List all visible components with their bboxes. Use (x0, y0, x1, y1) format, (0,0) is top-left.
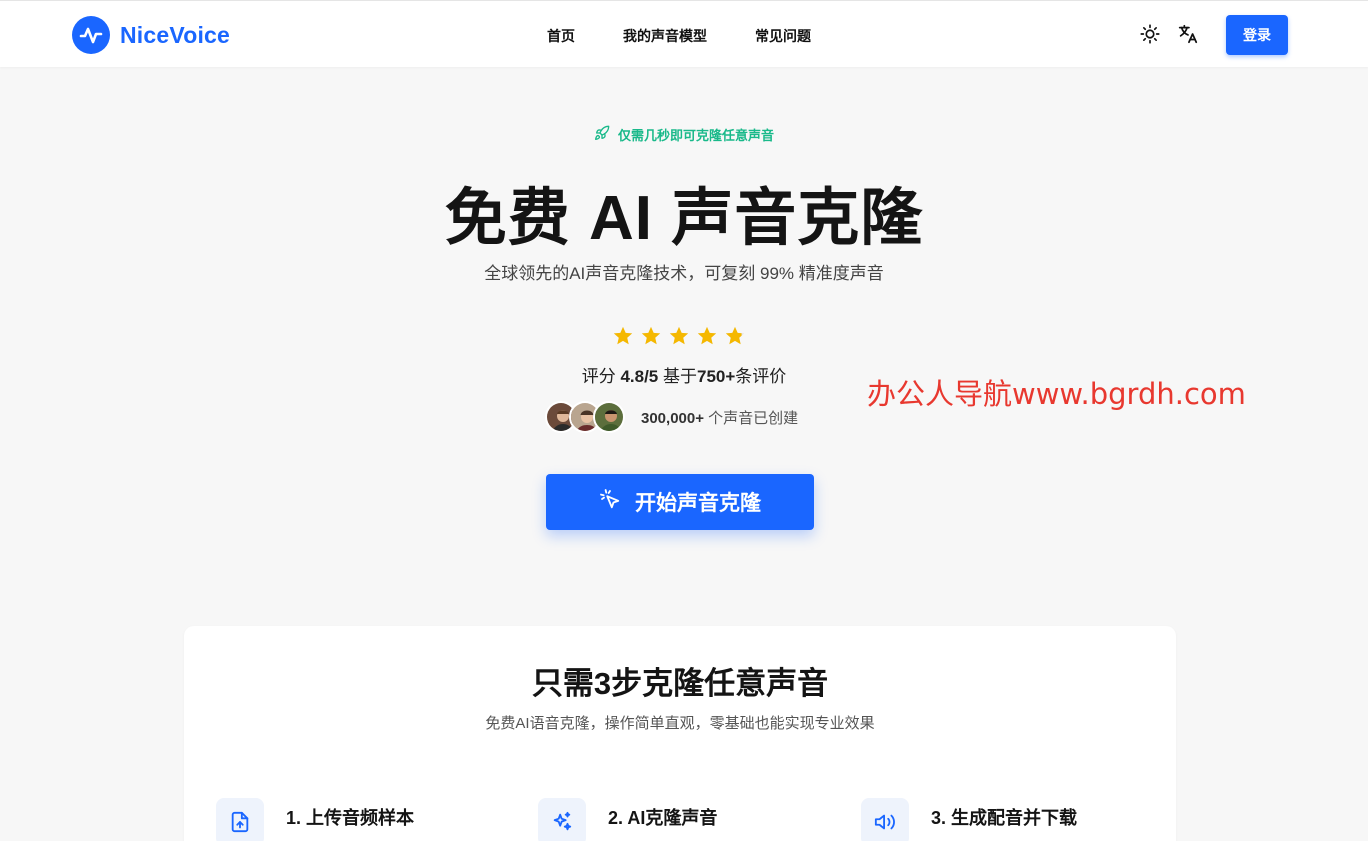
rating-suffix: 条评价 (735, 367, 787, 386)
hero-tagline: 仅需几秒即可克隆任意声音 (0, 125, 1368, 144)
main-nav: 首页 我的声音模型 常见问题 (547, 26, 811, 46)
tagline-text: 仅需几秒即可克隆任意声音 (617, 128, 774, 143)
star-icon (613, 326, 633, 345)
brand-logo[interactable]: NiceVoice (72, 16, 230, 54)
steps-subtitle: 免费AI语音克隆，操作简单直观，零基础也能实现专业效果 (485, 715, 875, 732)
translate-icon[interactable] (1177, 23, 1199, 45)
step-item: 3. 生成配音并下载 (861, 798, 1077, 841)
avatar (593, 401, 625, 433)
rating-mid: 基于 (658, 367, 697, 386)
social-proof: 300,000+ 个声音已创建 (545, 401, 798, 433)
voices-created: 300,000+ 个声音已创建 (641, 407, 798, 428)
step-label: 1. 上传音频样本 (286, 808, 415, 828)
file-upload-icon (216, 798, 264, 841)
star-icon (725, 326, 745, 345)
voices-text: 个声音已创建 (703, 409, 799, 427)
voices-count: 300,000+ (641, 409, 704, 427)
brand-name: NiceVoice (120, 21, 231, 48)
rating-value: 4.8/5 (620, 367, 659, 386)
star-icon (697, 326, 717, 345)
watermark-text: 办公人导航www.bgrdh.com (867, 377, 1246, 411)
sun-icon[interactable] (1139, 23, 1161, 45)
nav-home[interactable]: 首页 (547, 26, 575, 46)
nav-faq[interactable]: 常见问题 (755, 26, 811, 46)
start-cloning-button[interactable]: 开始声音克隆 (546, 474, 814, 530)
star-icon (641, 326, 661, 345)
rating-stars (612, 325, 746, 347)
step-label: 3. 生成配音并下载 (931, 808, 1078, 828)
speaker-icon (861, 798, 909, 841)
avatar-group (545, 401, 625, 433)
hero-subtitle: 全球领先的AI声音克隆技术，可复刻 99% 精准度声音 (484, 264, 884, 283)
steps-title: 只需3步克隆任意声音 (531, 666, 829, 701)
star-icon (669, 326, 689, 345)
step-item: 2. AI克隆声音 (538, 798, 717, 841)
page-title: 免费 AI 声音克隆 (444, 184, 924, 253)
pointer-click-icon (599, 488, 621, 516)
nav-my-voice-models[interactable]: 我的声音模型 (623, 26, 707, 46)
steps-card: 只需3步克隆任意声音 免费AI语音克隆，操作简单直观，零基础也能实现专业效果 1… (184, 626, 1176, 841)
top-header: NiceVoice 首页 我的声音模型 常见问题 登录 (0, 0, 1368, 67)
step-label: 2. AI克隆声音 (608, 808, 718, 828)
rating-count: 750+ (696, 367, 736, 386)
sparkles-icon (538, 798, 586, 841)
rocket-icon (594, 125, 610, 144)
cta-label: 开始声音克隆 (635, 492, 761, 515)
rating-prefix: 评分 (581, 367, 621, 386)
step-item: 1. 上传音频样本 (216, 798, 414, 841)
login-button[interactable]: 登录 (1226, 15, 1288, 55)
waveform-logo-icon (72, 16, 110, 54)
